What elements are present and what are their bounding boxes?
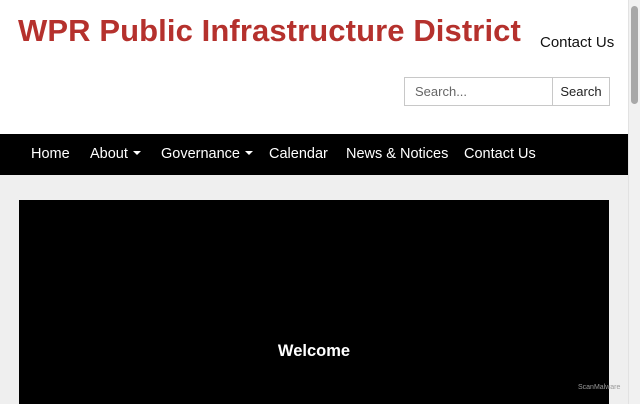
nav-item-calendar[interactable]: Calendar (269, 134, 328, 175)
nav-item-contact-us[interactable]: Contact Us (464, 134, 536, 175)
nav-item-about[interactable]: About (90, 134, 141, 175)
site-header: WPR Public Infrastructure District Conta… (0, 0, 628, 134)
nav-item-label: Home (31, 146, 70, 162)
header-contact-link[interactable]: Contact Us (540, 34, 614, 51)
search-input[interactable] (404, 77, 552, 106)
nav-item-label: Contact Us (464, 146, 536, 162)
nav-item-label: About (90, 146, 128, 162)
nav-item-news-notices[interactable]: News & Notices (346, 134, 448, 175)
search-button[interactable]: Search (552, 77, 610, 106)
nav-item-label: Governance (161, 146, 240, 162)
page-scrollbar[interactable] (628, 0, 640, 404)
watermark: ScanMalware (578, 384, 621, 391)
caret-down-icon (132, 151, 141, 156)
caret-down-icon (245, 151, 253, 156)
nav-item-governance[interactable]: Governance (161, 134, 253, 175)
scrollbar-thumb[interactable] (631, 6, 638, 104)
site-title[interactable]: WPR Public Infrastructure District (18, 13, 521, 49)
main-nav: Home About Governance Calendar News & No… (0, 134, 628, 175)
hero-title: Welcome (277, 342, 351, 360)
nav-item-home[interactable]: Home (31, 134, 70, 175)
nav-item-label: News & Notices (346, 146, 449, 162)
search-form: Search (404, 77, 610, 106)
nav-item-label: Calendar (269, 146, 328, 162)
hero-banner: Welcome (19, 200, 609, 404)
